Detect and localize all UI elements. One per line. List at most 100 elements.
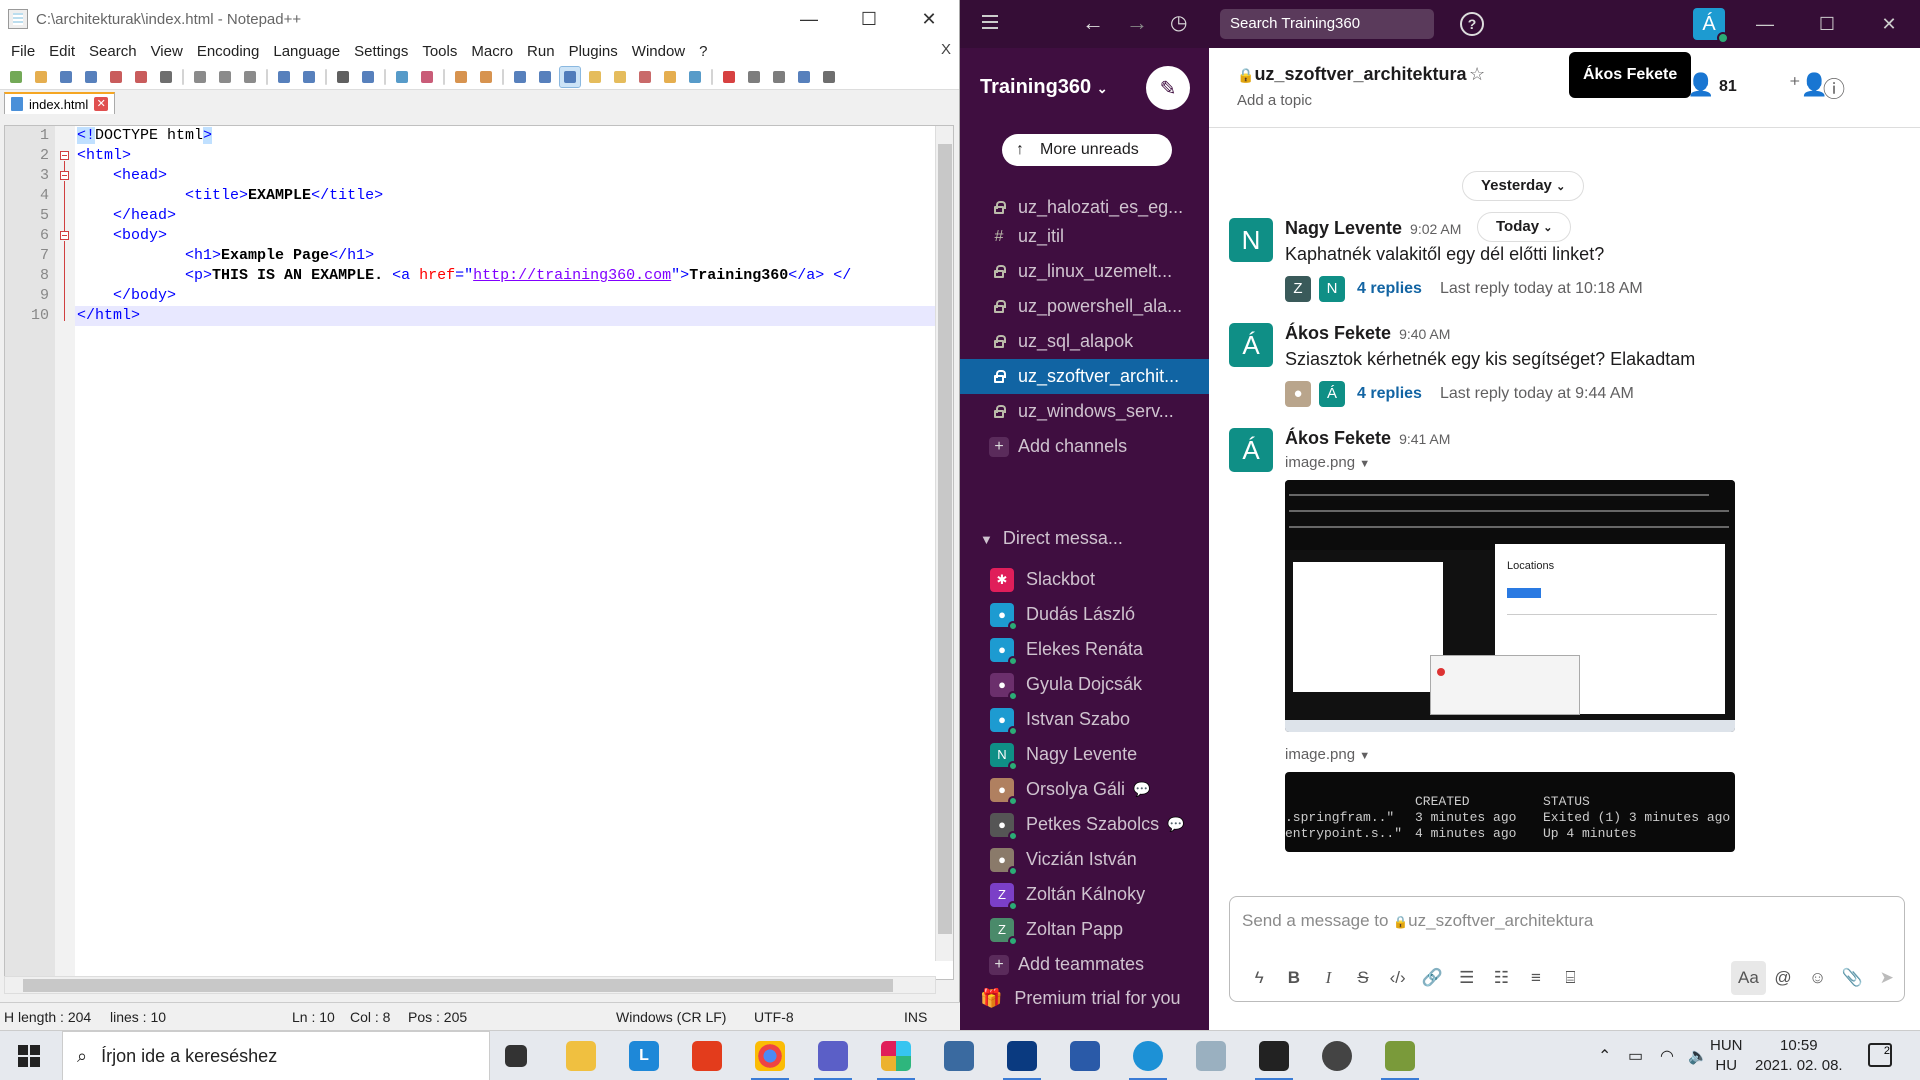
user-language-icon[interactable] [585, 67, 605, 87]
emoji-icon[interactable]: ☺ [1800, 968, 1835, 988]
avatar[interactable]: N [1229, 218, 1273, 262]
docker-icon[interactable] [1129, 1041, 1167, 1080]
menu-search[interactable]: Search [82, 43, 144, 60]
zoom-in-icon[interactable] [392, 67, 412, 87]
paste-icon[interactable] [240, 67, 260, 87]
sync-vertical-icon[interactable] [451, 67, 471, 87]
show-all-chars-icon[interactable] [535, 67, 555, 87]
dm-item[interactable]: ● Istvan Szabo [960, 702, 1209, 737]
record-macro-icon[interactable] [719, 67, 739, 87]
sidebar-channel[interactable]: uz_linux_uzemelt... [960, 254, 1209, 289]
dm-item[interactable]: ● Dudás László [960, 597, 1209, 632]
save-macro-icon[interactable] [819, 67, 839, 87]
blockquote-icon[interactable]: ≡ [1519, 968, 1554, 988]
menu-settings[interactable]: Settings [347, 43, 415, 60]
find-icon[interactable] [333, 67, 353, 87]
channel-title[interactable]: 🔒uz_szoftver_architektura [1237, 64, 1467, 85]
menu-tools[interactable]: Tools [415, 43, 464, 60]
menu-edit[interactable]: Edit [42, 43, 82, 60]
function-list-icon[interactable] [635, 67, 655, 87]
scrollbar-thumb[interactable] [938, 144, 952, 934]
notepadpp-taskbar-icon[interactable] [1381, 1041, 1419, 1080]
more-unreads-button[interactable]: More unreads [1002, 134, 1172, 166]
redo-icon[interactable] [299, 67, 319, 87]
help-icon[interactable]: ? [1460, 12, 1484, 36]
word-icon[interactable] [1070, 1041, 1100, 1071]
attachment-paperclip-icon[interactable]: 📎 [1835, 968, 1870, 988]
day-divider-today[interactable]: Today ⌄ [1477, 212, 1572, 242]
replace-icon[interactable] [358, 67, 378, 87]
strikethrough-icon[interactable]: S [1346, 968, 1381, 988]
hamburger-menu-icon[interactable] [982, 15, 998, 29]
dm-item[interactable]: ● Gyula Dojcsák [960, 667, 1209, 702]
code-area[interactable]: <!DOCTYPE html> <html> <head> <title>EXA… [75, 126, 953, 979]
add-topic-link[interactable]: Add a topic [1237, 92, 1312, 109]
word-wrap-icon[interactable] [510, 67, 530, 87]
dm-item[interactable]: N Nagy Levente [960, 737, 1209, 772]
sidebar-channel[interactable]: uz_windows_serv... [960, 394, 1209, 429]
image-attachment[interactable]: CREATED STATUS .springfram.." 3 minutes … [1285, 772, 1735, 852]
message-time[interactable]: 9:41 AM [1399, 431, 1450, 447]
open-file-icon[interactable] [31, 67, 51, 87]
indent-guide-icon[interactable] [559, 65, 581, 88]
history-clock-icon[interactable]: ◷ [1170, 10, 1187, 35]
sidebar-channel-selected[interactable]: uz_szoftver_archit... [960, 359, 1209, 394]
add-channels-button[interactable]: + Add channels [960, 429, 1209, 464]
day-divider-yesterday[interactable]: Yesterday ⌄ [1462, 171, 1585, 201]
message-author[interactable]: Ákos Fekete 9:41 AM [1285, 428, 1450, 449]
user-avatar[interactable]: Á [1693, 8, 1729, 44]
new-file-icon[interactable] [6, 67, 26, 87]
tab-close-icon[interactable]: ✕ [94, 97, 109, 111]
attachment-filename[interactable]: image.png ▼ [1285, 746, 1370, 763]
battery-icon[interactable]: ▭ [1628, 1046, 1643, 1066]
menu-window[interactable]: Window [625, 43, 692, 60]
formatting-toggle-icon[interactable]: Aa [1731, 961, 1766, 995]
close-document-button[interactable]: X [941, 41, 951, 58]
menu-plugins[interactable]: Plugins [562, 43, 625, 60]
sidebar-channel[interactable]: uz_powershell_ala... [960, 289, 1209, 324]
star-icon[interactable]: ☆ [1469, 64, 1485, 85]
message-time[interactable]: 9:40 AM [1399, 326, 1450, 342]
fold-toggle-icon[interactable] [60, 151, 69, 160]
copy-icon[interactable] [215, 67, 235, 87]
remote-desktop-icon[interactable] [944, 1041, 974, 1071]
terminal-icon[interactable] [1255, 1041, 1293, 1080]
fold-toggle-icon[interactable] [60, 171, 69, 180]
code-block-icon[interactable]: ⌸ [1553, 968, 1588, 988]
dm-item[interactable]: ● Orsolya Gáli 💬 [960, 772, 1209, 807]
italic-icon[interactable]: I [1311, 968, 1346, 988]
shortcuts-lightning-icon[interactable]: ϟ [1242, 968, 1277, 988]
save-all-icon[interactable] [81, 67, 101, 87]
close-button[interactable]: ✕ [1858, 0, 1920, 48]
thread-summary[interactable]: Z N 4 replies Last reply today at 10:18 … [1285, 276, 1643, 302]
tab-index-html[interactable]: index.html ✕ [4, 92, 116, 114]
mention-icon[interactable]: @ [1766, 968, 1801, 988]
print-icon[interactable] [156, 67, 176, 87]
compose-button[interactable]: ✎ [1146, 66, 1190, 110]
dm-item[interactable]: ● Viczián István [960, 842, 1209, 877]
sidebar-channel[interactable]: uz_sql_alapok [960, 324, 1209, 359]
add-teammates-button[interactable]: + Add teammates [960, 947, 1209, 982]
members-icon[interactable]: 👤 [1687, 72, 1714, 98]
windows-start-icon[interactable] [18, 1045, 40, 1067]
avatar[interactable]: Á [1229, 323, 1273, 367]
clock[interactable]: 10:59 2021. 02. 08. [1755, 1036, 1843, 1076]
menu-language[interactable]: Language [266, 43, 347, 60]
message-author[interactable]: Ákos Fekete 9:40 AM [1285, 323, 1450, 344]
notification-icon[interactable]: 2 [1868, 1043, 1892, 1067]
run-macro-multiple-icon[interactable] [794, 67, 814, 87]
bulleted-list-icon[interactable]: ☷ [1484, 968, 1519, 988]
fold-toggle-icon[interactable] [60, 231, 69, 240]
language-indicator[interactable]: HUN HU [1710, 1036, 1743, 1076]
image-attachment[interactable]: Locations [1285, 480, 1735, 732]
premium-trial-link[interactable]: 🎁 Premium trial for you [980, 988, 1180, 1009]
attachment-filename[interactable]: image.png ▼ [1285, 454, 1370, 471]
menu-view[interactable]: View [144, 43, 190, 60]
reply-count-link[interactable]: 4 replies [1357, 385, 1422, 403]
vertical-scrollbar[interactable] [935, 126, 953, 961]
cut-icon[interactable] [190, 67, 210, 87]
dm-item[interactable]: Z Zoltán Kálnoky [960, 877, 1209, 912]
close-all-icon[interactable] [131, 67, 151, 87]
dm-item[interactable]: Z Zoltan Papp [960, 912, 1209, 947]
close-button[interactable]: ✕ [899, 0, 959, 38]
